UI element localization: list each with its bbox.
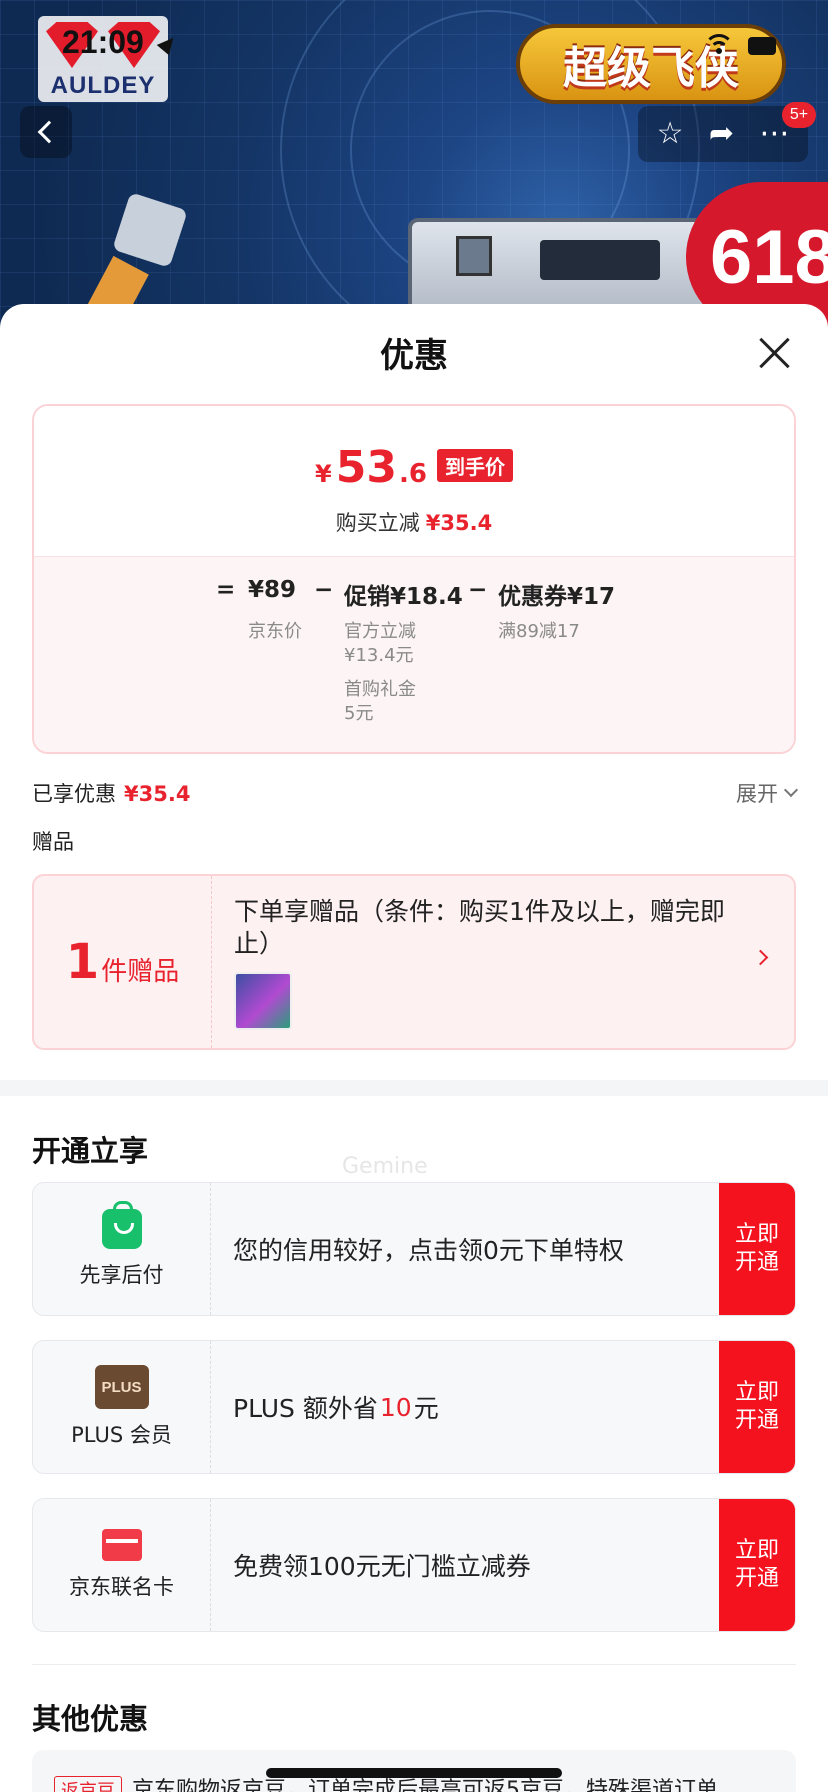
price-card: ¥ 53 .6 到手价 购买立减 ¥35.4 = ¥89 − 促销¥18.4 − … xyxy=(32,404,796,754)
open-section-title: 开通立享 xyxy=(32,1134,149,1168)
credit-card-icon xyxy=(101,1529,142,1561)
other-offer-text: 京东购物返京豆，订单完成后最高可返5京豆，特殊渠道订单 xyxy=(132,1778,718,1792)
coupon-note: 满89减17 xyxy=(498,621,580,642)
home-indicator[interactable] xyxy=(266,1768,562,1778)
instant-discount-label: 购买立减 xyxy=(335,511,420,535)
final-price-tag: 到手价 xyxy=(436,449,513,482)
offer-plus-member[interactable]: PLUS PLUS 会员 PLUS 额外省 10 元 立即 开通 xyxy=(32,1340,796,1474)
offer-text: 免费领100元无门槛立减券 xyxy=(233,1552,531,1581)
cart-count-badge: 5+ xyxy=(782,102,816,128)
chevron-down-icon xyxy=(783,782,799,798)
gift-detail: 下单享赠品（条件：购买1件及以上，赠完即止） xyxy=(212,876,794,1048)
shopping-bag-icon xyxy=(101,1201,142,1249)
gift-unit: 件赠品 xyxy=(101,956,180,987)
base-price: ¥89 xyxy=(248,577,297,603)
back-chevron-icon xyxy=(37,120,61,144)
gift-section-label: 赠品 xyxy=(32,830,74,854)
battery-icon xyxy=(748,37,776,55)
expand-button[interactable]: 展开 xyxy=(736,778,799,808)
promo-note: 官方立减 xyxy=(344,621,416,642)
offer-name: 先享后付 xyxy=(79,1263,164,1287)
instant-discount: 购买立减 ¥35.4 xyxy=(34,507,794,537)
close-icon[interactable] xyxy=(758,336,792,370)
status-icons xyxy=(704,34,776,58)
gift-count: 1 xyxy=(65,934,100,990)
product-banner: AULDEY 21:09 超级飞侠 ☆ ➦ ⋯ 5+ 618 xyxy=(0,0,828,330)
final-price-block: ¥ 53 .6 到手价 购买立减 ¥35.4 xyxy=(34,406,794,556)
open-now-button[interactable]: 立即 开通 xyxy=(719,1183,795,1315)
price-integer: 53 xyxy=(335,442,397,493)
gift-description: 下单享赠品（条件：购买1件及以上，赠完即止） xyxy=(234,897,725,958)
currency-symbol: ¥ xyxy=(315,460,332,488)
promo-note: ¥13.4元 xyxy=(344,645,414,666)
coupon-amount: 优惠券¥17 xyxy=(498,584,616,610)
saved-summary: 已享优惠 ¥35.4 xyxy=(32,778,190,808)
gift-thumbnail[interactable] xyxy=(234,972,292,1030)
brand-logo-text: AULDEY xyxy=(50,72,156,99)
watermark-text: Gemine xyxy=(342,1154,428,1179)
final-price: ¥ 53 .6 到手价 xyxy=(34,406,794,493)
offer-name: PLUS 会员 xyxy=(71,1423,172,1447)
offer-brand: PLUS PLUS 会员 xyxy=(33,1341,211,1473)
base-price-label: 京东价 xyxy=(248,621,302,642)
saved-summary-row: 已享优惠 ¥35.4 展开 xyxy=(32,776,799,810)
wifi-icon xyxy=(704,34,734,58)
offer-text: 您的信用较好，点击领0元下单特权 xyxy=(233,1236,624,1265)
equals-sign: = xyxy=(216,577,236,603)
promo-amount: 促销¥18.4 xyxy=(344,584,463,610)
open-now-button[interactable]: 立即 开通 xyxy=(719,1499,795,1631)
star-icon[interactable]: ☆ xyxy=(657,119,684,149)
discount-sheet: 优惠 ¥ 53 .6 到手价 购买立减 ¥35.4 = ¥89 − 促销¥18.4… xyxy=(0,304,828,1792)
plus-badge-icon: PLUS xyxy=(94,1365,149,1409)
sheet-title: 优惠 xyxy=(380,335,448,376)
saved-value: ¥35.4 xyxy=(124,782,191,806)
offer-pay-later[interactable]: 先享后付 您的信用较好，点击领0元下单特权 立即 开通 xyxy=(32,1182,796,1316)
open-now-button[interactable]: 立即 开通 xyxy=(719,1341,795,1473)
minus-sign: − xyxy=(468,577,488,603)
offer-brand: 先享后付 xyxy=(33,1183,211,1315)
instant-discount-value: ¥35.4 xyxy=(425,511,493,535)
offer-description: PLUS 额外省 10 元 xyxy=(211,1341,719,1473)
jingdou-tag: 返京豆 xyxy=(54,1776,122,1792)
share-icon[interactable]: ➦ xyxy=(709,119,734,149)
status-time: 21:09 xyxy=(62,24,144,60)
offer-description: 免费领100元无门槛立减券 xyxy=(211,1499,719,1631)
gift-card[interactable]: 1 件赠品 下单享赠品（条件：购买1件及以上，赠完即止） xyxy=(32,874,796,1050)
expand-label: 展开 xyxy=(736,782,778,806)
offer-text: PLUS 额外省 xyxy=(233,1394,378,1423)
price-breakdown: = ¥89 − 促销¥18.4 − 优惠券¥17 京东价 官方立减 ¥13.4元… xyxy=(34,556,794,752)
section-separator xyxy=(32,1664,796,1665)
other-section-title: 其他优惠 xyxy=(32,1702,149,1736)
offer-brand: 京东联名卡 xyxy=(33,1499,211,1631)
offer-text: 元 xyxy=(413,1394,439,1423)
price-decimal: .6 xyxy=(398,459,427,489)
section-divider xyxy=(0,1080,828,1096)
gift-count-block: 1 件赠品 xyxy=(34,876,212,1048)
offer-description: 您的信用较好，点击领0元下单特权 xyxy=(211,1183,719,1315)
sheet-header: 优惠 xyxy=(0,304,828,400)
offer-name: 京东联名卡 xyxy=(69,1575,174,1599)
offer-cobrand-card[interactable]: 京东联名卡 免费领100元无门槛立减券 立即 开通 xyxy=(32,1498,796,1632)
minus-sign: − xyxy=(314,577,334,603)
saved-label: 已享优惠 xyxy=(32,782,116,806)
offer-highlight: 10 xyxy=(379,1392,412,1422)
promo-note: 首购礼金 xyxy=(344,679,416,700)
promo-note: 5元 xyxy=(344,703,374,724)
back-button[interactable] xyxy=(20,106,72,158)
